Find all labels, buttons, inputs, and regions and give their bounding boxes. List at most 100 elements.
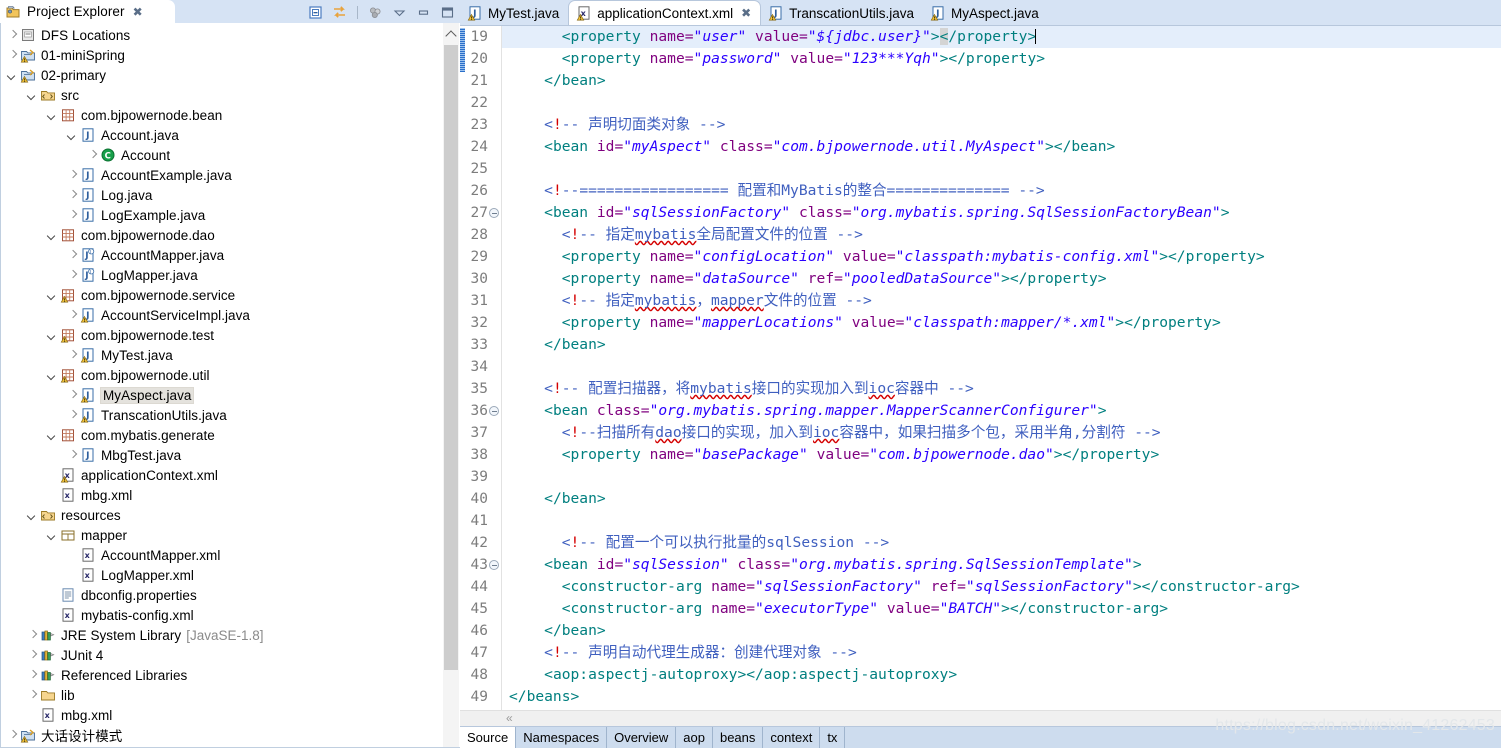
code-line[interactable]: <!--================= 配置和MyBatis的整合=====… bbox=[502, 180, 1501, 202]
tree-item-jre-system-library[interactable]: JRE System Library [JavaSE-1.8] bbox=[1, 625, 460, 645]
editor-tab-transcationutils-java[interactable]: J TranscationUtils.java bbox=[761, 1, 923, 25]
minimize-icon[interactable] bbox=[415, 4, 432, 21]
code-line[interactable]: <!-- 配置扫描器，将mybatis接口的实现加入到ioc容器中 --> bbox=[502, 378, 1501, 400]
tree-item-01-minispring[interactable]: 01-miniSpring bbox=[1, 45, 460, 65]
chevron-right-icon[interactable] bbox=[67, 190, 78, 201]
tree-item-transcationutils-java[interactable]: J TranscationUtils.java bbox=[1, 405, 460, 425]
tree-item-myaspect-java[interactable]: J MyAspect.java bbox=[1, 385, 460, 405]
tree-item-log-java[interactable]: J Log.java bbox=[1, 185, 460, 205]
tree-item-com-bjpowernode-test[interactable]: com.bjpowernode.test bbox=[1, 325, 460, 345]
page-tab-tx[interactable]: tx bbox=[820, 727, 846, 748]
tree-item-accountmapper-java[interactable]: J I AccountMapper.java bbox=[1, 245, 460, 265]
chevron-right-icon[interactable] bbox=[67, 310, 78, 321]
tree-item-com-bjpowernode-dao[interactable]: com.bjpowernode.dao bbox=[1, 225, 460, 245]
code-line[interactable]: <!--扫描所有dao接口的实现，加入到ioc容器中，如果扫描多个包，采用半角,… bbox=[502, 422, 1501, 444]
chevron-right-icon[interactable] bbox=[67, 250, 78, 261]
source-editor[interactable]: 19 20 21 22 23 24 25 26 27 28 29 30 31 32 33 34 35 36 37 38… bbox=[460, 25, 1501, 710]
chevron-down-icon[interactable] bbox=[47, 330, 58, 341]
tree-item-accountserviceimpl-java[interactable]: J AccountServiceImpl.java bbox=[1, 305, 460, 325]
tree-item-com-mybatis-generate[interactable]: com.mybatis.generate bbox=[1, 425, 460, 445]
tree-item-applicationcontext-xml[interactable]: x applicationContext.xml bbox=[1, 465, 460, 485]
chevron-right-icon[interactable] bbox=[7, 30, 18, 41]
tree-item-logmapper-xml[interactable]: x LogMapper.xml bbox=[1, 565, 460, 585]
page-tab-beans[interactable]: beans bbox=[713, 727, 764, 748]
close-icon[interactable]: ✖ bbox=[133, 5, 143, 19]
editor-tab-mytest-java[interactable]: J MyTest.java bbox=[460, 1, 568, 25]
page-tab-namespaces[interactable]: Namespaces bbox=[516, 727, 608, 748]
code-line[interactable]: <!-- 声明切面类对象 --> bbox=[502, 114, 1501, 136]
tree-item-junit-4[interactable]: JUnit 4 bbox=[1, 645, 460, 665]
code-line[interactable] bbox=[502, 158, 1501, 180]
code-line[interactable]: </beans> bbox=[502, 686, 1501, 708]
code-text[interactable]: <property name="user" value="${jdbc.user… bbox=[502, 26, 1501, 710]
chevron-right-icon[interactable] bbox=[7, 50, 18, 61]
chevron-down-icon[interactable] bbox=[27, 510, 38, 521]
scrollbar-thumb[interactable] bbox=[444, 45, 458, 670]
code-line[interactable]: </bean> bbox=[502, 488, 1501, 510]
chevron-right-icon[interactable] bbox=[27, 650, 38, 661]
tree-item-src[interactable]: src bbox=[1, 85, 460, 105]
project-tree[interactable]: DFS Locations 01-miniSpring 02-primary src c… bbox=[1, 23, 460, 745]
code-line[interactable]: <property name="configLocation" value="c… bbox=[502, 246, 1501, 268]
chevron-right-icon[interactable] bbox=[87, 150, 98, 161]
code-line[interactable]: <aop:aspectj-autoproxy></aop:aspectj-aut… bbox=[502, 664, 1501, 686]
code-line[interactable]: <!-- 指定mybatis，mapper文件的位置 --> bbox=[502, 290, 1501, 312]
code-line[interactable]: <!-- 指定mybatis全局配置文件的位置 --> bbox=[502, 224, 1501, 246]
project-tree-container[interactable]: DFS Locations 01-miniSpring 02-primary src c… bbox=[0, 23, 460, 748]
chevron-right-icon[interactable] bbox=[7, 730, 18, 741]
code-line[interactable]: </bean> bbox=[502, 70, 1501, 92]
chevron-right-icon[interactable] bbox=[27, 670, 38, 681]
chevron-down-icon[interactable] bbox=[47, 430, 58, 441]
code-line[interactable]: <property name="basePackage" value="com.… bbox=[502, 444, 1501, 466]
tree-item-logexample-java[interactable]: J LogExample.java bbox=[1, 205, 460, 225]
fold-collapse-icon[interactable] bbox=[489, 560, 499, 570]
code-line[interactable] bbox=[502, 92, 1501, 114]
chevron-down-icon[interactable] bbox=[27, 90, 38, 101]
fold-collapse-icon[interactable] bbox=[489, 406, 499, 416]
maximize-icon[interactable] bbox=[439, 4, 456, 21]
tree-item-02-primary[interactable]: 02-primary bbox=[1, 65, 460, 85]
tree-item-com-bjpowernode-service[interactable]: com.bjpowernode.service bbox=[1, 285, 460, 305]
code-line[interactable]: <property name="dataSource" ref="pooledD… bbox=[502, 268, 1501, 290]
code-line[interactable]: <!-- 配置一个可以执行批量的sqlSession --> bbox=[502, 532, 1501, 554]
chevron-down-icon[interactable] bbox=[47, 530, 58, 541]
code-line[interactable]: <constructor-arg name="sqlSessionFactory… bbox=[502, 576, 1501, 598]
page-tab-aop[interactable]: aop bbox=[676, 727, 713, 748]
tree-item-accountexample-java[interactable]: J AccountExample.java bbox=[1, 165, 460, 185]
tree-item-mbg-xml[interactable]: x mbg.xml bbox=[1, 485, 460, 505]
code-line[interactable] bbox=[502, 466, 1501, 488]
editor-tab-myaspect-java[interactable]: J MyAspect.java bbox=[923, 1, 1048, 25]
project-explorer-scrollbar[interactable] bbox=[443, 23, 459, 747]
page-tab-source[interactable]: Source bbox=[460, 727, 517, 748]
tree-item-referenced-libraries[interactable]: Referenced Libraries bbox=[1, 665, 460, 685]
chevron-right-icon[interactable] bbox=[67, 450, 78, 461]
code-line[interactable]: </bean> bbox=[502, 620, 1501, 642]
code-line[interactable]: <bean class="org.mybatis.spring.mapper.M… bbox=[502, 400, 1501, 422]
chevron-down-icon[interactable] bbox=[7, 70, 18, 81]
editor-tab-applicationcontext-xml[interactable]: x applicationContext.xml ✖ bbox=[568, 0, 762, 25]
code-line[interactable]: <property name="password" value="123***Y… bbox=[502, 48, 1501, 70]
tree-item-[interactable]: 大话设计模式 bbox=[1, 725, 460, 745]
tree-item-logmapper-java[interactable]: J I LogMapper.java bbox=[1, 265, 460, 285]
chevron-down-icon[interactable] bbox=[47, 110, 58, 121]
tree-item-resources[interactable]: resources bbox=[1, 505, 460, 525]
chevron-right-icon[interactable] bbox=[27, 630, 38, 641]
chevron-right-icon[interactable] bbox=[27, 690, 38, 701]
tree-item-dfs-locations[interactable]: DFS Locations bbox=[1, 25, 460, 45]
view-menu-icon[interactable] bbox=[391, 4, 408, 21]
tree-item-com-bjpowernode-util[interactable]: com.bjpowernode.util bbox=[1, 365, 460, 385]
fold-collapse-icon[interactable] bbox=[489, 208, 499, 218]
tree-item-account[interactable]: C Account bbox=[1, 145, 460, 165]
tree-item-accountmapper-xml[interactable]: x AccountMapper.xml bbox=[1, 545, 460, 565]
code-line[interactable]: <!-- 声明自动代理生成器：创建代理对象 --> bbox=[502, 642, 1501, 664]
editor-tab-close-icon[interactable]: ✖ bbox=[741, 6, 751, 20]
tree-item-account-java[interactable]: J Account.java bbox=[1, 125, 460, 145]
link-with-editor-icon[interactable] bbox=[331, 4, 348, 21]
chevron-down-icon[interactable] bbox=[47, 290, 58, 301]
editor-horizontal-scrollbar[interactable]: « bbox=[460, 710, 1501, 726]
chevron-right-icon[interactable] bbox=[67, 350, 78, 361]
scroll-left-icon[interactable]: « bbox=[506, 712, 513, 725]
chevron-right-icon[interactable] bbox=[67, 170, 78, 181]
code-line[interactable]: <constructor-arg name="executorType" val… bbox=[502, 598, 1501, 620]
code-line[interactable]: <bean id="myAspect" class="com.bjpowerno… bbox=[502, 136, 1501, 158]
